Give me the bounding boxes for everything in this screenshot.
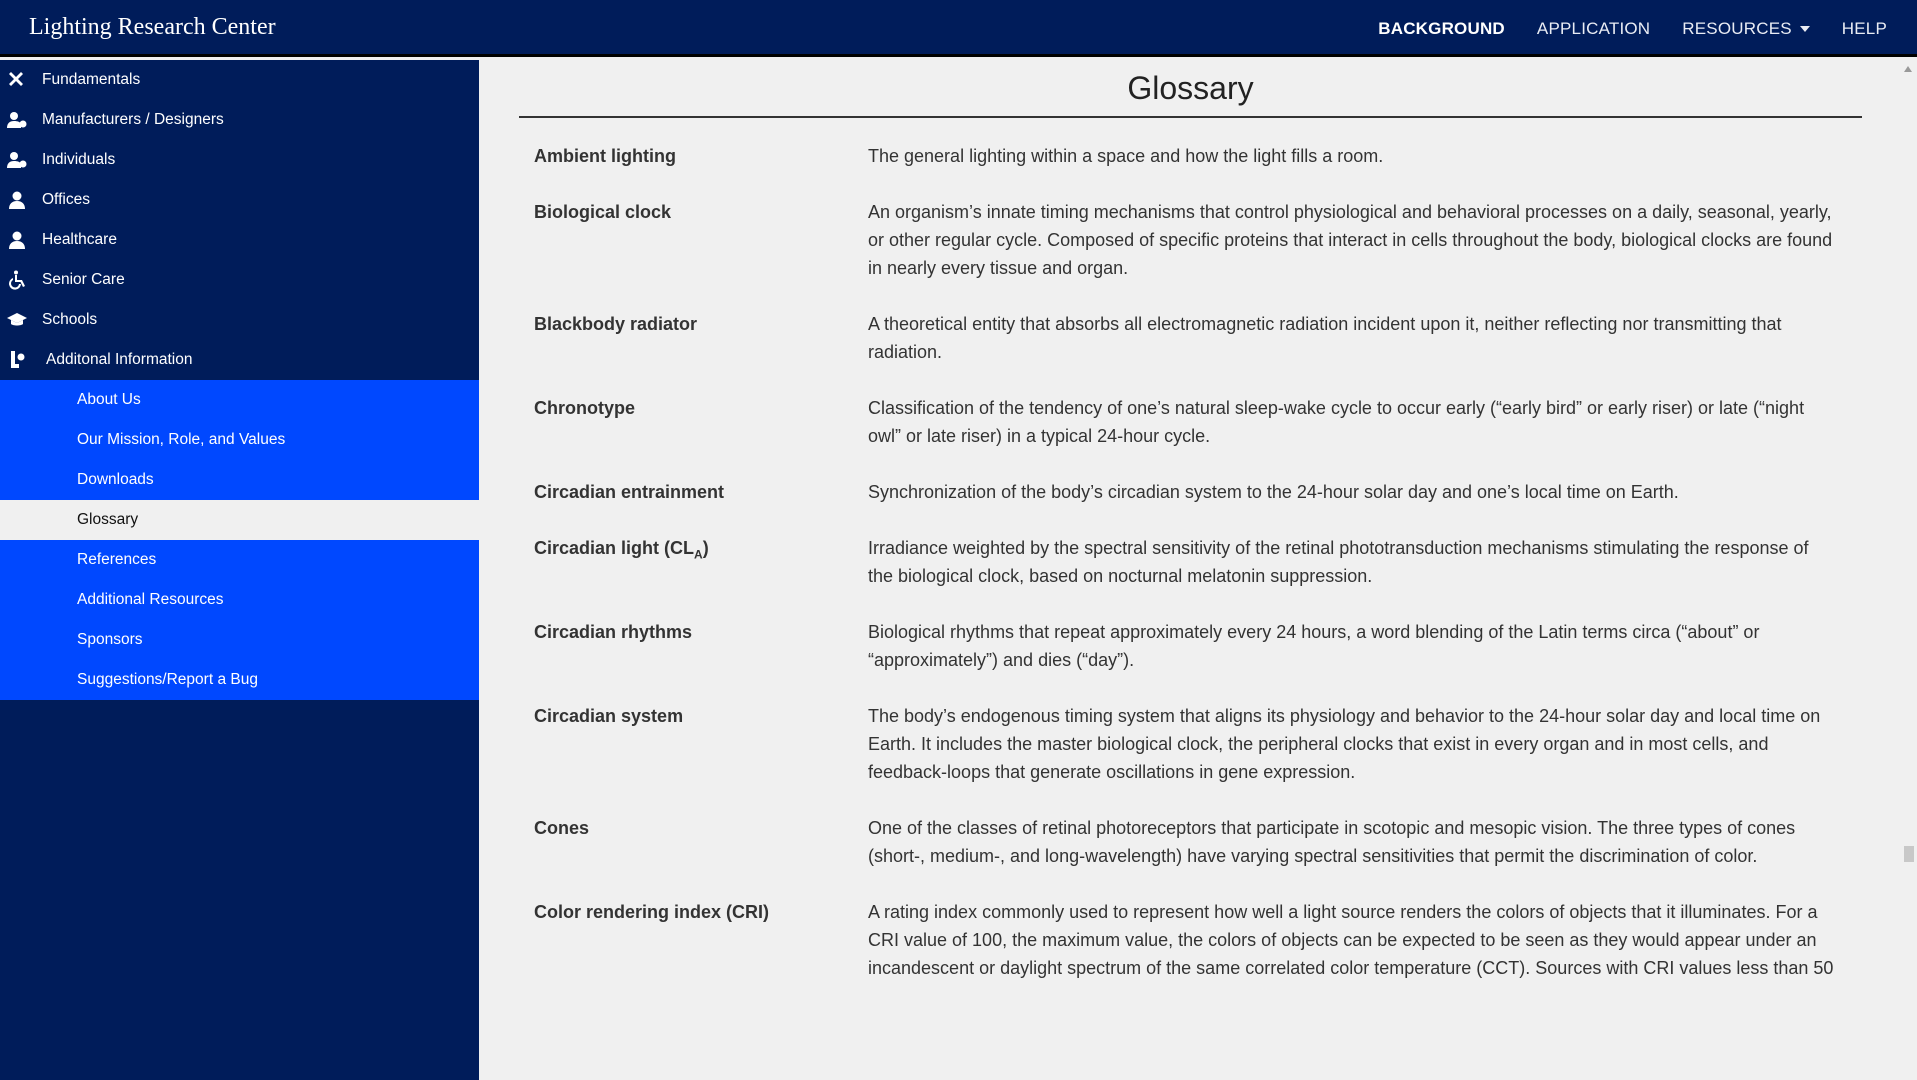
sidebar-subitem-downloads[interactable]: Downloads xyxy=(0,460,479,500)
glossary-entry: Color rendering index (CRI) A rating ind… xyxy=(534,898,1834,982)
sidebar-item-label: Additonal Information xyxy=(46,351,193,368)
nav-help-link[interactable]: HELP xyxy=(1842,19,1887,39)
term-end: ) xyxy=(702,538,709,558)
term-subscript: A xyxy=(694,547,703,562)
glossary-term: Circadian entrainment xyxy=(534,482,725,502)
glossary-definition: The general lighting within a space and … xyxy=(868,146,1384,166)
nav-resources-dropdown[interactable]: RESOURCES xyxy=(1682,19,1810,39)
glossary-term: Circadian rhythms xyxy=(534,622,693,642)
sidebar-item-label: Offices xyxy=(42,191,90,208)
glossary-entry: Circadian system The body’s endogenous t… xyxy=(534,702,1834,786)
sidebar: Fundamentals Manufacturers / Designers I… xyxy=(0,60,479,1080)
glossary-definition: Irradiance weighted by the spectral sens… xyxy=(868,538,1809,586)
glossary-entry: Chronotype Classification of the tendenc… xyxy=(534,394,1834,450)
sidebar-subitem-suggestions[interactable]: Suggestions/Report a Bug xyxy=(0,660,479,700)
sidebar-item-label: Healthcare xyxy=(42,231,117,248)
user-icon xyxy=(6,229,28,251)
sidebar-subitem-about-us[interactable]: About Us xyxy=(0,380,479,420)
top-navbar: Lighting Research Center BACKGROUND APPL… xyxy=(0,0,1917,57)
user-gear-icon xyxy=(6,149,28,171)
graduation-cap-icon xyxy=(6,309,28,331)
additional-information-submenu: About Us Our Mission, Role, and Values D… xyxy=(0,380,479,700)
sidebar-subitem-glossary[interactable]: Glossary xyxy=(0,500,479,540)
user-icon xyxy=(6,189,28,211)
glossary-term: Circadian system xyxy=(534,706,684,726)
top-nav-links: BACKGROUND APPLICATION RESOURCES HELP xyxy=(1346,0,1887,57)
nav-resources-label: RESOURCES xyxy=(1682,18,1792,38)
glossary-term: Ambient lighting xyxy=(534,146,676,166)
glossary-term-circadian-light: Circadian light (CLA) xyxy=(534,534,868,590)
main-content: Glossary Ambient lighting The general li… xyxy=(479,60,1917,1080)
sidebar-item-senior-care[interactable]: Senior Care xyxy=(0,260,479,300)
sidebar-subitem-additional-resources[interactable]: Additional Resources xyxy=(0,580,479,620)
sidebar-item-label: Schools xyxy=(42,311,98,328)
caret-down-icon xyxy=(1799,25,1810,32)
glossary-term: Blackbody radiator xyxy=(534,314,698,334)
user-gear-icon xyxy=(6,109,28,131)
glossary-term: Color rendering index (CRI) xyxy=(534,902,770,922)
glossary-entry: Circadian rhythms Biological rhythms tha… xyxy=(534,618,1834,674)
sidebar-item-individuals[interactable]: Individuals xyxy=(0,140,479,180)
glossary-definition: Classification of the tendency of one’s … xyxy=(868,398,1805,446)
sidebar-item-schools[interactable]: Schools xyxy=(0,300,479,340)
page-title: Glossary xyxy=(519,70,1862,118)
term-text: Circadian light (CL xyxy=(534,538,695,558)
sidebar-item-label: Fundamentals xyxy=(42,71,141,88)
sidebar-subitem-mission[interactable]: Our Mission, Role, and Values xyxy=(0,420,479,460)
sidebar-item-offices[interactable]: Offices xyxy=(0,180,479,220)
glossary-entry: Circadian entrainment Synchronization of… xyxy=(534,478,1834,506)
glossary-entry: Blackbody radiator A theoretical entity … xyxy=(534,310,1834,366)
sidebar-item-label: Senior Care xyxy=(42,271,125,288)
glossary-definition: A rating index commonly used to represen… xyxy=(868,902,1834,978)
scrollbar-thumb[interactable] xyxy=(1904,846,1914,862)
glossary-term: Chronotype xyxy=(534,398,635,418)
glossary-definition: The body’s endogenous timing system that… xyxy=(868,706,1821,782)
sidebar-item-additional-information[interactable]: Additonal Information xyxy=(0,340,479,380)
glossary-list: Ambient lighting The general lighting wi… xyxy=(534,142,1834,1010)
glossary-term: Biological clock xyxy=(534,202,672,222)
glossary-definition: Synchronization of the body’s circadian … xyxy=(868,482,1679,502)
sidebar-item-healthcare[interactable]: Healthcare xyxy=(0,220,479,260)
wheelchair-icon xyxy=(6,269,28,291)
brand-logo-text[interactable]: Lighting Research Center xyxy=(29,14,276,41)
glossary-entry: Circadian light (CLA) Irradiance weighte… xyxy=(534,534,1834,590)
vertical-scrollbar[interactable] xyxy=(1900,60,1917,1080)
glossary-entry: Biological clock An organism’s innate ti… xyxy=(534,198,1834,282)
sidebar-item-manufacturers[interactable]: Manufacturers / Designers xyxy=(0,100,479,140)
glossary-definition: A theoretical entity that absorbs all el… xyxy=(868,314,1782,362)
glossary-entry: Ambient lighting The general lighting wi… xyxy=(534,142,1834,170)
glossary-term: Cones xyxy=(534,818,590,838)
sidebar-subitem-sponsors[interactable]: Sponsors xyxy=(0,620,479,660)
glossary-definition: An organism’s innate timing mechanisms t… xyxy=(868,202,1833,278)
scroll-up-arrow-icon[interactable] xyxy=(1904,66,1912,72)
sidebar-item-label: Individuals xyxy=(42,151,116,168)
sidebar-item-label: Manufacturers / Designers xyxy=(42,111,224,128)
nav-background-link[interactable]: BACKGROUND xyxy=(1378,19,1505,39)
glossary-entry: Cones One of the classes of retinal phot… xyxy=(534,814,1834,870)
glossary-definition: Biological rhythms that repeat approxima… xyxy=(868,622,1760,670)
sidebar-item-fundamentals[interactable]: Fundamentals xyxy=(0,60,479,100)
nav-application-link[interactable]: APPLICATION xyxy=(1537,19,1650,39)
tools-icon xyxy=(6,69,28,91)
info-person-icon xyxy=(6,349,28,371)
glossary-definition: One of the classes of retinal photorecep… xyxy=(868,818,1796,866)
sidebar-subitem-references[interactable]: References xyxy=(0,540,479,580)
